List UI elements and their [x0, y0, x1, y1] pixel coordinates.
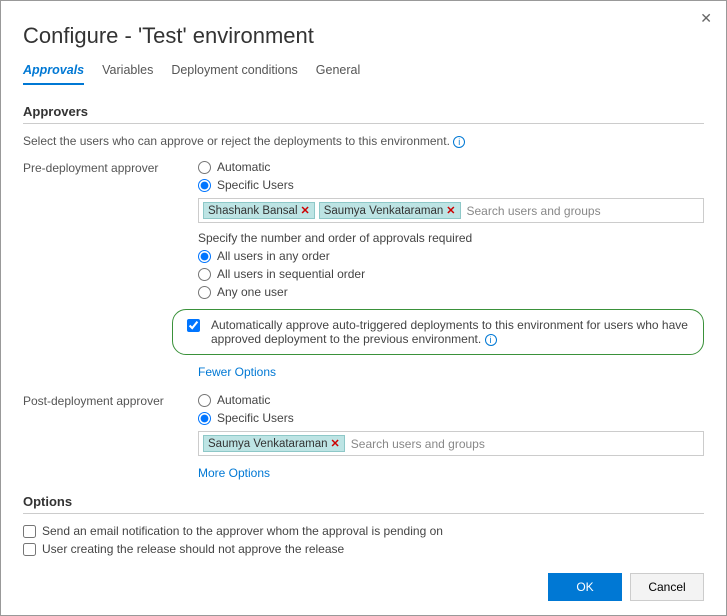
pre-radio-specific[interactable]: Specific Users	[198, 178, 704, 192]
post-deployment-row: Post-deployment approver Automatic Speci…	[23, 393, 704, 480]
pre-radio-specific-label: Specific Users	[217, 178, 294, 192]
divider	[23, 123, 704, 124]
info-icon[interactable]	[485, 334, 497, 346]
tab-bar: Approvals Variables Deployment condition…	[23, 63, 704, 86]
order-radio-any-one-label: Any one user	[217, 285, 288, 299]
order-radio-any-one[interactable]: Any one user	[198, 285, 704, 299]
option-creator[interactable]: User creating the release should not app…	[23, 542, 704, 556]
pre-users-input[interactable]: Shashank Bansal ✕ Saumya Venkataraman ✕ …	[198, 198, 704, 223]
auto-approve-checkbox[interactable]	[187, 319, 200, 332]
user-chip[interactable]: Shashank Bansal ✕	[203, 202, 315, 219]
option-email-checkbox[interactable]	[23, 525, 36, 538]
order-radio-all-any[interactable]: All users in any order	[198, 249, 704, 263]
close-icon[interactable]: ✕	[700, 11, 712, 25]
post-users-input[interactable]: Saumya Venkataraman ✕ Search users and g…	[198, 431, 704, 456]
post-radio-automatic-label: Automatic	[217, 393, 270, 407]
more-options-link[interactable]: More Options	[198, 466, 270, 480]
order-radio-all-any-label: All users in any order	[217, 249, 330, 263]
configure-environment-dialog: ✕ Configure - 'Test' environment Approva…	[0, 0, 727, 616]
user-chip[interactable]: Saumya Venkataraman ✕	[319, 202, 461, 219]
approvers-heading: Approvers	[23, 104, 704, 119]
remove-icon[interactable]: ✕	[446, 204, 455, 217]
pre-radio-automatic-input[interactable]	[198, 161, 211, 174]
ok-button[interactable]: OK	[548, 573, 622, 601]
pre-deployment-row: Pre-deployment approver Automatic Specif…	[23, 160, 704, 379]
remove-icon[interactable]: ✕	[301, 204, 310, 217]
divider	[23, 513, 704, 514]
user-chip[interactable]: Saumya Venkataraman ✕	[203, 435, 345, 452]
approval-order-note: Specify the number and order of approval…	[198, 231, 704, 245]
auto-approve-label: Automatically approve auto-triggered dep…	[211, 318, 688, 346]
options-heading: Options	[23, 494, 704, 509]
approvers-helper: Select the users who can approve or reje…	[23, 134, 704, 148]
option-email-label: Send an email notification to the approv…	[42, 524, 443, 538]
post-radio-automatic[interactable]: Automatic	[198, 393, 704, 407]
remove-icon[interactable]: ✕	[331, 437, 340, 450]
user-chip-label: Saumya Venkataraman	[324, 205, 444, 217]
order-radio-all-seq-label: All users in sequential order	[217, 267, 365, 281]
pre-users-placeholder: Search users and groups	[465, 204, 601, 218]
info-icon[interactable]	[453, 136, 465, 148]
post-radio-specific-input[interactable]	[198, 412, 211, 425]
tab-deployment-conditions[interactable]: Deployment conditions	[171, 63, 297, 85]
dialog-footer: OK Cancel	[548, 573, 704, 601]
post-radio-specific[interactable]: Specific Users	[198, 411, 704, 425]
post-deployment-label: Post-deployment approver	[23, 393, 198, 408]
order-radio-any-one-input[interactable]	[198, 286, 211, 299]
order-radio-all-seq[interactable]: All users in sequential order	[198, 267, 704, 281]
auto-approve-text: Automatically approve auto-triggered dep…	[211, 318, 693, 346]
user-chip-label: Saumya Venkataraman	[208, 438, 328, 450]
user-chip-label: Shashank Bansal	[208, 205, 298, 217]
post-radio-automatic-input[interactable]	[198, 394, 211, 407]
post-radio-specific-label: Specific Users	[217, 411, 294, 425]
pre-radio-automatic[interactable]: Automatic	[198, 160, 704, 174]
post-users-placeholder: Search users and groups	[349, 437, 485, 451]
option-creator-checkbox[interactable]	[23, 543, 36, 556]
pre-deployment-label: Pre-deployment approver	[23, 160, 198, 175]
tab-general[interactable]: General	[316, 63, 360, 85]
order-radio-all-any-input[interactable]	[198, 250, 211, 263]
tab-approvals[interactable]: Approvals	[23, 63, 84, 85]
dialog-title: Configure - 'Test' environment	[23, 23, 704, 49]
cancel-button[interactable]: Cancel	[630, 573, 704, 601]
approvers-helper-text: Select the users who can approve or reje…	[23, 134, 450, 148]
option-creator-label: User creating the release should not app…	[42, 542, 344, 556]
order-radio-all-seq-input[interactable]	[198, 268, 211, 281]
tab-variables[interactable]: Variables	[102, 63, 153, 85]
auto-approve-callout: Automatically approve auto-triggered dep…	[172, 309, 704, 355]
option-email[interactable]: Send an email notification to the approv…	[23, 524, 704, 538]
fewer-options-link[interactable]: Fewer Options	[198, 365, 276, 379]
pre-radio-specific-input[interactable]	[198, 179, 211, 192]
pre-radio-automatic-label: Automatic	[217, 160, 270, 174]
